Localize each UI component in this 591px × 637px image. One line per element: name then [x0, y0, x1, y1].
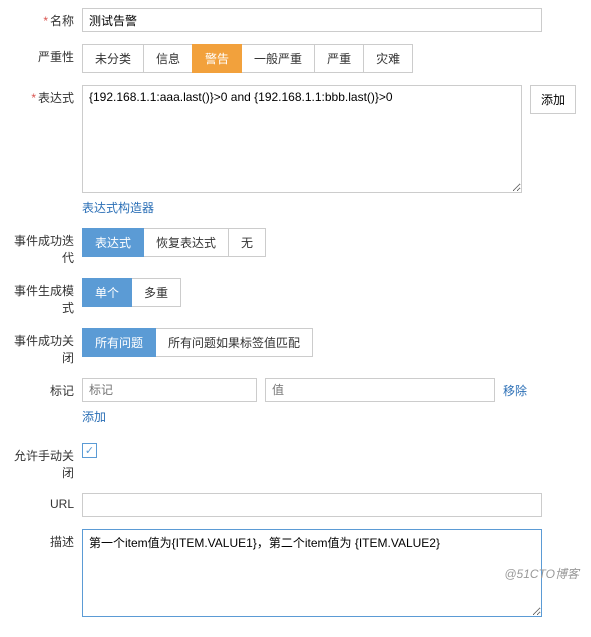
label-ok-event-iter: 事件成功迭代 — [10, 228, 82, 266]
gen-mode-option-single[interactable]: 单个 — [82, 278, 132, 307]
row-name: *名称 — [10, 8, 581, 32]
severity-option-high[interactable]: 严重 — [314, 44, 364, 73]
allow-manual-close-checkbox[interactable]: ✓ — [82, 443, 97, 458]
row-ok-event-close: 事件成功关闭 所有问题 所有问题如果标签值匹配 — [10, 328, 581, 366]
tag-add-link[interactable]: 添加 — [82, 410, 106, 424]
label-expression: *表达式 — [10, 85, 82, 106]
severity-group: 未分类 信息 警告 一般严重 严重 灾难 — [82, 44, 413, 73]
row-ok-event-iter: 事件成功迭代 表达式 恢复表达式 无 — [10, 228, 581, 266]
ok-event-close-group: 所有问题 所有问题如果标签值匹配 — [82, 328, 313, 357]
tag-name-input[interactable] — [82, 378, 257, 402]
ok-iter-option-none[interactable]: 无 — [228, 228, 266, 257]
tag-remove-link[interactable]: 移除 — [503, 382, 527, 399]
event-gen-mode-group: 单个 多重 — [82, 278, 181, 307]
row-event-gen-mode: 事件生成模式 单个 多重 — [10, 278, 581, 316]
gen-mode-option-multiple[interactable]: 多重 — [131, 278, 181, 307]
row-allow-manual-close: 允许手动关闭 ✓ — [10, 443, 581, 481]
url-input[interactable] — [82, 493, 542, 517]
severity-option-info[interactable]: 信息 — [143, 44, 193, 73]
ok-iter-option-expression[interactable]: 表达式 — [82, 228, 144, 257]
label-allow-manual-close: 允许手动关闭 — [10, 443, 82, 481]
expression-textarea[interactable] — [82, 85, 522, 193]
ok-event-iter-group: 表达式 恢复表达式 无 — [82, 228, 266, 257]
row-description: 描述 — [10, 529, 581, 617]
watermark: @51CTO博客 — [504, 565, 579, 582]
ok-iter-option-recovery[interactable]: 恢复表达式 — [143, 228, 229, 257]
tag-value-input[interactable] — [265, 378, 495, 402]
label-severity: 严重性 — [10, 44, 82, 65]
tag-row: 移除 — [82, 378, 581, 402]
label-description: 描述 — [10, 529, 82, 550]
row-tags: 标记 移除 添加 — [10, 378, 581, 425]
severity-option-warning[interactable]: 警告 — [192, 44, 242, 73]
label-tags: 标记 — [10, 378, 82, 399]
description-textarea[interactable] — [82, 529, 542, 617]
row-expression: *表达式 添加 表达式构造器 — [10, 85, 581, 216]
label-ok-event-close: 事件成功关闭 — [10, 328, 82, 366]
ok-close-option-tagmatch[interactable]: 所有问题如果标签值匹配 — [155, 328, 313, 357]
severity-option-average[interactable]: 一般严重 — [241, 44, 315, 73]
row-url: URL — [10, 493, 581, 517]
row-severity: 严重性 未分类 信息 警告 一般严重 严重 灾难 — [10, 44, 581, 73]
expression-add-button[interactable]: 添加 — [530, 85, 576, 114]
label-url: URL — [10, 493, 82, 511]
severity-option-disaster[interactable]: 灾难 — [363, 44, 413, 73]
severity-option-unclassified[interactable]: 未分类 — [82, 44, 144, 73]
ok-close-option-all[interactable]: 所有问题 — [82, 328, 156, 357]
expression-constructor-link[interactable]: 表达式构造器 — [82, 201, 154, 215]
name-input[interactable] — [82, 8, 542, 32]
label-event-gen-mode: 事件生成模式 — [10, 278, 82, 316]
label-name: *名称 — [10, 8, 82, 29]
